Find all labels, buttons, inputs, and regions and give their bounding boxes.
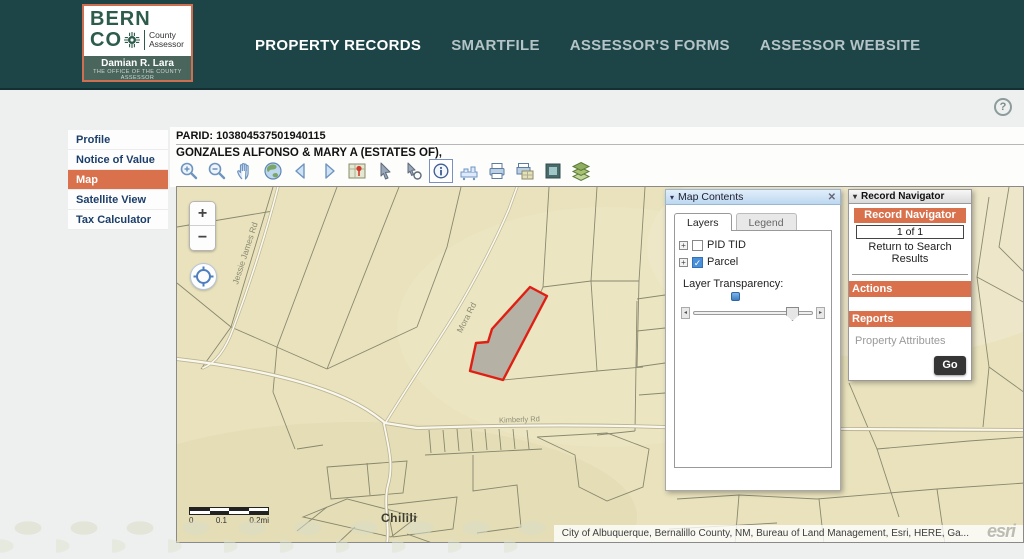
return-to-search-link[interactable]: Return to Search Results [849, 241, 971, 265]
tab-layers[interactable]: Layers [674, 213, 732, 231]
pan-icon[interactable] [233, 159, 257, 183]
esri-logo: esri [987, 521, 1015, 542]
map-contents-panel: ▾ Map Contents ✕ Layers Legend + PID TID… [665, 189, 841, 491]
record-position: 1 of 1 [856, 225, 964, 239]
nav-property-records[interactable]: PROPERTY RECORDS [255, 37, 421, 54]
transparency-slider: ◂ ▸ [681, 307, 825, 319]
record-navigator-panel-title: Record Navigator [861, 191, 944, 202]
map-zoom-in-button[interactable]: + [190, 202, 215, 226]
owner-name: GONZALES ALFONSO & MARY A (ESTATES OF), [176, 147, 442, 159]
collapse-caret-icon[interactable]: ▾ [670, 193, 674, 202]
zoom-out-icon[interactable] [205, 159, 229, 183]
close-icon[interactable]: ✕ [828, 192, 836, 203]
transparency-value-indicator [731, 292, 740, 301]
map-contents-tabs: Layers Legend [674, 213, 832, 231]
print-icon[interactable] [485, 159, 509, 183]
full-screen-icon[interactable] [541, 159, 565, 183]
slider-right-arrow[interactable]: ▸ [816, 307, 825, 319]
logo-bottom: Damian R. Lara THE OFFICE OF THE COUNTY … [84, 56, 191, 80]
layers-icon[interactable] [569, 159, 593, 183]
scale-tick-02: 0.2mi [249, 516, 269, 525]
print-map-icon[interactable] [513, 159, 537, 183]
assessor-name: Damian R. Lara [84, 58, 191, 69]
next-extent-icon[interactable] [317, 159, 341, 183]
slider-thumb[interactable] [786, 307, 799, 321]
expand-icon[interactable]: + [679, 241, 688, 250]
map-contents-header[interactable]: ▾ Map Contents ✕ [665, 189, 841, 205]
parcel-checkbox[interactable]: ✓ [692, 257, 703, 268]
divider-line [176, 144, 1024, 145]
tab-legend[interactable]: Legend [736, 213, 797, 231]
slider-track[interactable] [693, 311, 813, 315]
record-navigator-header[interactable]: ▾ Record Navigator [848, 189, 972, 204]
measure-icon[interactable] [457, 159, 481, 183]
sidebar-item-tax-calculator[interactable]: Tax Calculator [68, 210, 168, 230]
logo-co-text: CO [90, 29, 122, 51]
record-navigator-panel: ▾ Record Navigator Record Navigator 1 of… [848, 189, 972, 381]
pidtid-checkbox[interactable] [692, 240, 703, 251]
nav-assessors-forms[interactable]: ASSESSOR'S FORMS [570, 37, 730, 54]
full-extent-icon[interactable] [261, 159, 285, 183]
identify-cursor-icon[interactable] [401, 159, 425, 183]
bernco-logo: BERN CO CountyAssessor Damian R. Lara TH… [82, 4, 193, 82]
logo-bern-text: BERN [90, 9, 187, 29]
scale-tick-0: 0 [189, 516, 193, 525]
sidebar: Profile Notice of Value Map Satellite Vi… [68, 130, 168, 230]
layer-row-pidtid: + PID TID [679, 239, 827, 251]
select-arrow-icon[interactable] [373, 159, 397, 183]
layer-label-parcel: Parcel [707, 256, 738, 268]
map-contents-title: Map Contents [678, 191, 743, 203]
layer-row-parcel: + ✓ Parcel [679, 256, 827, 268]
logo-subtitle: CountyAssessor [149, 31, 184, 49]
identify-icon[interactable] [429, 159, 453, 183]
map-toolbar [177, 159, 593, 183]
map-zoom-out-button[interactable]: − [190, 226, 215, 250]
property-attributes-link[interactable]: Property Attributes [855, 335, 971, 347]
overview-map-icon[interactable] [345, 159, 369, 183]
logo-top: BERN CO CountyAssessor [84, 6, 191, 56]
map-attribution: City of Albuquerque, Bernalillo County, … [554, 525, 1023, 542]
app-header: BERN CO CountyAssessor Damian R. Lara TH… [0, 0, 1024, 90]
main-nav: PROPERTY RECORDS SMARTFILE ASSESSOR'S FO… [255, 0, 920, 90]
crosshair-icon [193, 266, 214, 287]
nav-assessor-website[interactable]: ASSESSOR WEBSITE [760, 37, 921, 54]
sidebar-item-notice-of-value[interactable]: Notice of Value [68, 150, 168, 170]
zia-symbol-icon [124, 32, 140, 48]
transparency-label: Layer Transparency: [683, 278, 827, 290]
scale-bar: 0 0.1 0.2mi [189, 507, 269, 525]
nav-smartfile[interactable]: SMARTFILE [451, 37, 540, 54]
zoom-in-icon[interactable] [177, 159, 201, 183]
assessor-office: THE OFFICE OF THE COUNTY ASSESSOR [84, 69, 191, 81]
parid-label: PARID: 103804537501940115 [176, 130, 326, 142]
map-zoom-control: + − [189, 201, 216, 251]
reports-bar[interactable]: Reports [849, 311, 971, 327]
actions-bar[interactable]: Actions [849, 281, 971, 297]
slider-left-arrow[interactable]: ◂ [681, 307, 690, 319]
collapse-caret-icon[interactable]: ▾ [853, 192, 857, 201]
help-icon[interactable]: ? [994, 98, 1012, 116]
layer-label-pidtid: PID TID [707, 239, 746, 251]
scale-tick-01: 0.1 [216, 516, 227, 525]
sidebar-item-map[interactable]: Map [68, 170, 168, 190]
previous-extent-icon[interactable] [289, 159, 313, 183]
sidebar-item-satellite-view[interactable]: Satellite View [68, 190, 168, 210]
sidebar-item-profile[interactable]: Profile [68, 130, 168, 150]
map-viewport[interactable]: Jessie James Rd Mora Rd Kimberly Rd Chil… [176, 186, 1024, 543]
layers-tab-content: + PID TID + ✓ Parcel Layer Transparency:… [674, 230, 832, 468]
record-navigator-title-bar: Record Navigator [854, 208, 966, 223]
divider [852, 274, 968, 275]
expand-icon[interactable]: + [679, 258, 688, 267]
go-button[interactable]: Go [934, 356, 966, 375]
locate-button[interactable] [190, 263, 217, 290]
